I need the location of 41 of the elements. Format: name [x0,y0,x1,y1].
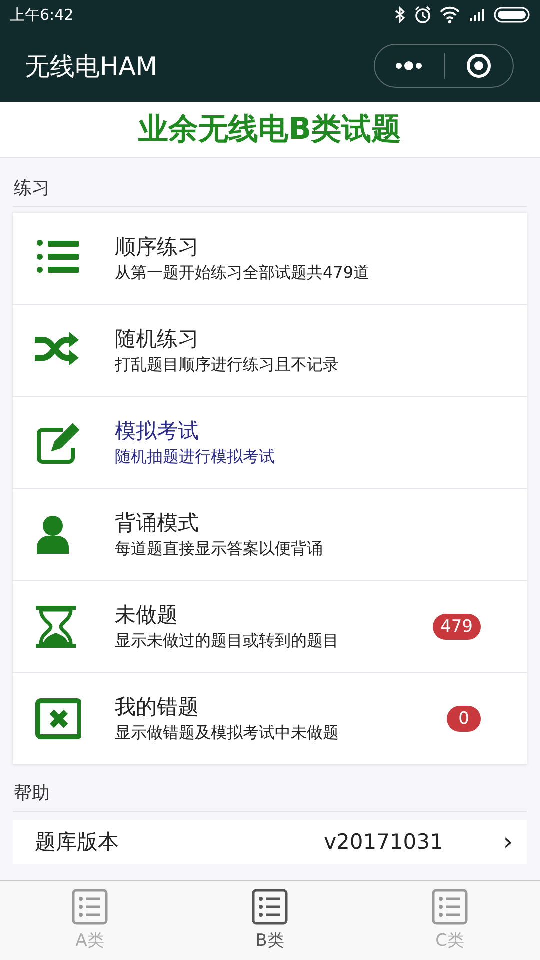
page-title: 业余无线电B类试题 [138,111,402,149]
list-icon [252,889,288,925]
battery-icon [494,6,530,24]
app-title: 无线电HAM [25,50,158,82]
menu-item-title: 顺序练习 [115,234,200,261]
menu-item-subtitle: 显示做错题及模拟考试中未做题 [115,723,340,744]
menu-item-subtitle: 随机抽题进行模拟考试 [115,447,276,468]
numbered-list-icon [37,240,79,272]
tab[interactable]: B类 [180,881,360,960]
menu-item-title: 随机练习 [115,326,200,353]
status-time: 上午6:42 [10,6,74,24]
help-item-value: v20171031 [324,830,444,854]
signal-icon [468,6,486,24]
section-heading: 练习 [14,177,50,200]
shuffle-icon [35,332,79,366]
menu-item-subtitle: 每道题直接显示答案以便背诵 [115,539,324,560]
list-icon [72,889,108,925]
alarm-icon [414,6,432,24]
menu-item-title: 背诵模式 [115,510,200,537]
tab[interactable]: C类 [360,881,540,960]
section-heading: 帮助 [14,782,50,805]
menu-item-title: 模拟考试 [115,418,200,445]
close-icon [466,53,492,79]
list-icon [432,889,468,925]
person-icon [37,516,69,554]
menu-item-title: 未做题 [115,602,179,629]
close-box-icon [36,698,81,739]
count-badge: 479 [432,614,481,640]
help-item-label: 题库版本 [35,829,120,856]
menu-item-subtitle: 打乱题目顺序进行练习且不记录 [115,355,340,376]
bluetooth-icon [394,6,406,24]
chevron-icon: › [503,828,513,856]
tab[interactable]: A类 [0,881,180,960]
menu-item-subtitle: 显示未做过的题目或转到的题目 [115,631,340,652]
menu-item-subtitle: 从第一题开始练习全部试题共479道 [115,263,371,284]
wifi-icon [440,6,460,24]
count-badge: 0 [447,706,481,732]
hourglass-icon [36,606,76,648]
edit-icon [37,422,80,464]
more-icon [395,60,424,72]
menu-item-title: 我的错题 [115,694,200,721]
